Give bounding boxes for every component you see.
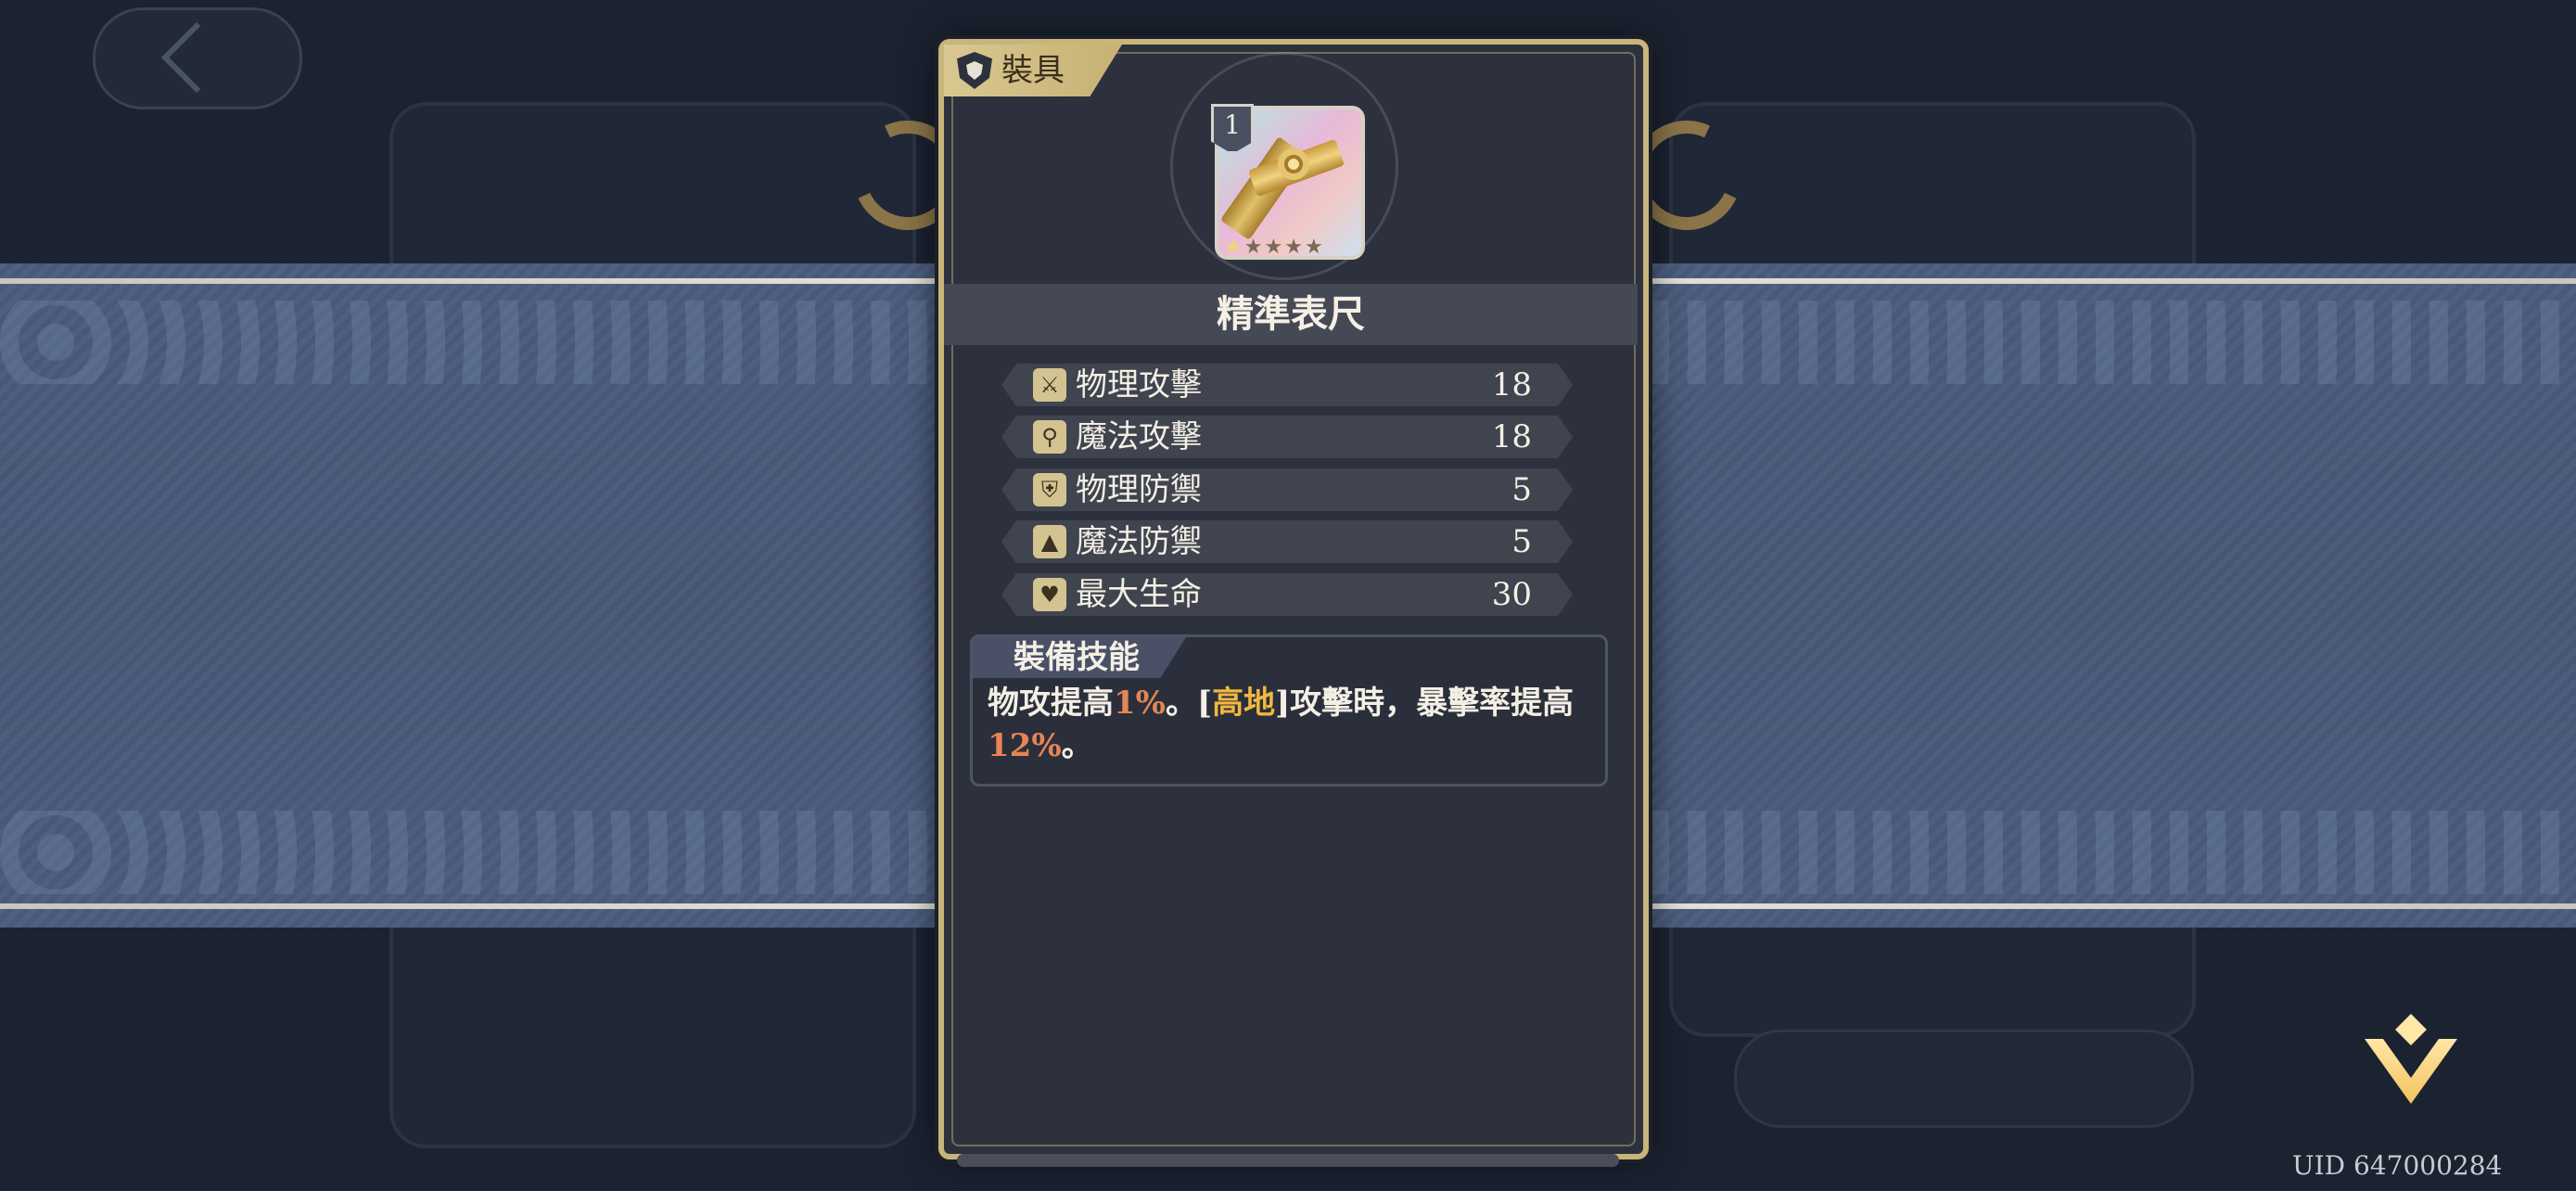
skill-keyword[interactable]: 高地 — [1212, 685, 1275, 722]
shield-icon: ⛨ — [1033, 473, 1066, 506]
skill-title: 裝備技能 — [1014, 639, 1140, 676]
panel-scrollbar[interactable] — [957, 1154, 1619, 1167]
stat-label: 物理攻擊 — [1076, 366, 1202, 403]
equipment-skill-box: 裝備技能 物攻提高1%。[高地]攻擊時，暴擊率提高 12%。 — [970, 634, 1608, 787]
star-rating: ★★★★★ — [1224, 236, 1325, 259]
category-tag-label: 裝具 — [1001, 52, 1065, 89]
stat-row: ⚲ 魔法攻擊 18 — [1001, 416, 1573, 458]
star-icon: ★ — [1264, 236, 1285, 259]
item-name: 精準表尺 — [944, 284, 1638, 345]
skill-value-crit: 12% — [988, 727, 1062, 764]
skill-description: 物攻提高1%。[高地]攻擊時，暴擊率提高 12%。 — [988, 682, 1600, 767]
stat-value: 18 — [1491, 366, 1532, 403]
star-icon: ★ — [1243, 236, 1265, 259]
category-tag: 裝具 — [944, 45, 1122, 96]
stat-row: ♥ 最大生命 30 — [1001, 573, 1573, 616]
stat-value: 30 — [1491, 576, 1532, 613]
uid-label: UID 647000284 — [2292, 1150, 2503, 1181]
stat-row: ▲ 魔法防禦 5 — [1001, 520, 1573, 563]
stat-label: 物理防禦 — [1076, 471, 1202, 508]
stat-label: 魔法攻擊 — [1076, 418, 1202, 455]
back-arrow-icon — [160, 21, 233, 94]
skill-text-part: 物攻提高 — [988, 685, 1114, 722]
stat-label: 最大生命 — [1076, 576, 1202, 613]
stat-row: ⚔ 物理攻擊 18 — [1001, 364, 1573, 406]
wizard-hat-icon: ▲ — [1033, 525, 1066, 558]
star-icon: ★ — [1224, 236, 1244, 259]
skill-value-atk: 1% — [1114, 685, 1166, 722]
sword-icon: ⚔ — [1033, 368, 1066, 402]
skill-text-part: 。[ — [1165, 685, 1213, 722]
star-icon: ★ — [1304, 236, 1325, 259]
staff-icon: ⚲ — [1033, 420, 1066, 454]
stat-row: ⛨ 物理防禦 5 — [1001, 468, 1573, 511]
stat-label: 魔法防禦 — [1076, 523, 1202, 560]
item-icon-area: 1 ★★★★★ — [1170, 52, 1406, 284]
background-footer-button — [1734, 1030, 2194, 1128]
stat-value: 18 — [1491, 418, 1532, 455]
back-button[interactable] — [93, 7, 302, 109]
stat-value: 5 — [1511, 471, 1532, 508]
skill-text-part: ]攻擊時，暴擊率提高 — [1275, 685, 1575, 722]
chevron-diamond-icon — [2395, 1014, 2427, 1045]
skill-text-part: 。 — [1061, 727, 1093, 764]
star-icon: ★ — [1284, 236, 1305, 259]
gear-icon — [1278, 148, 1309, 180]
chevron-down-icon — [2365, 1039, 2457, 1104]
collapse-button[interactable] — [2355, 1014, 2467, 1108]
heart-icon: ♥ — [1033, 578, 1066, 611]
stat-value: 5 — [1511, 523, 1532, 560]
shield-icon — [957, 52, 992, 89]
